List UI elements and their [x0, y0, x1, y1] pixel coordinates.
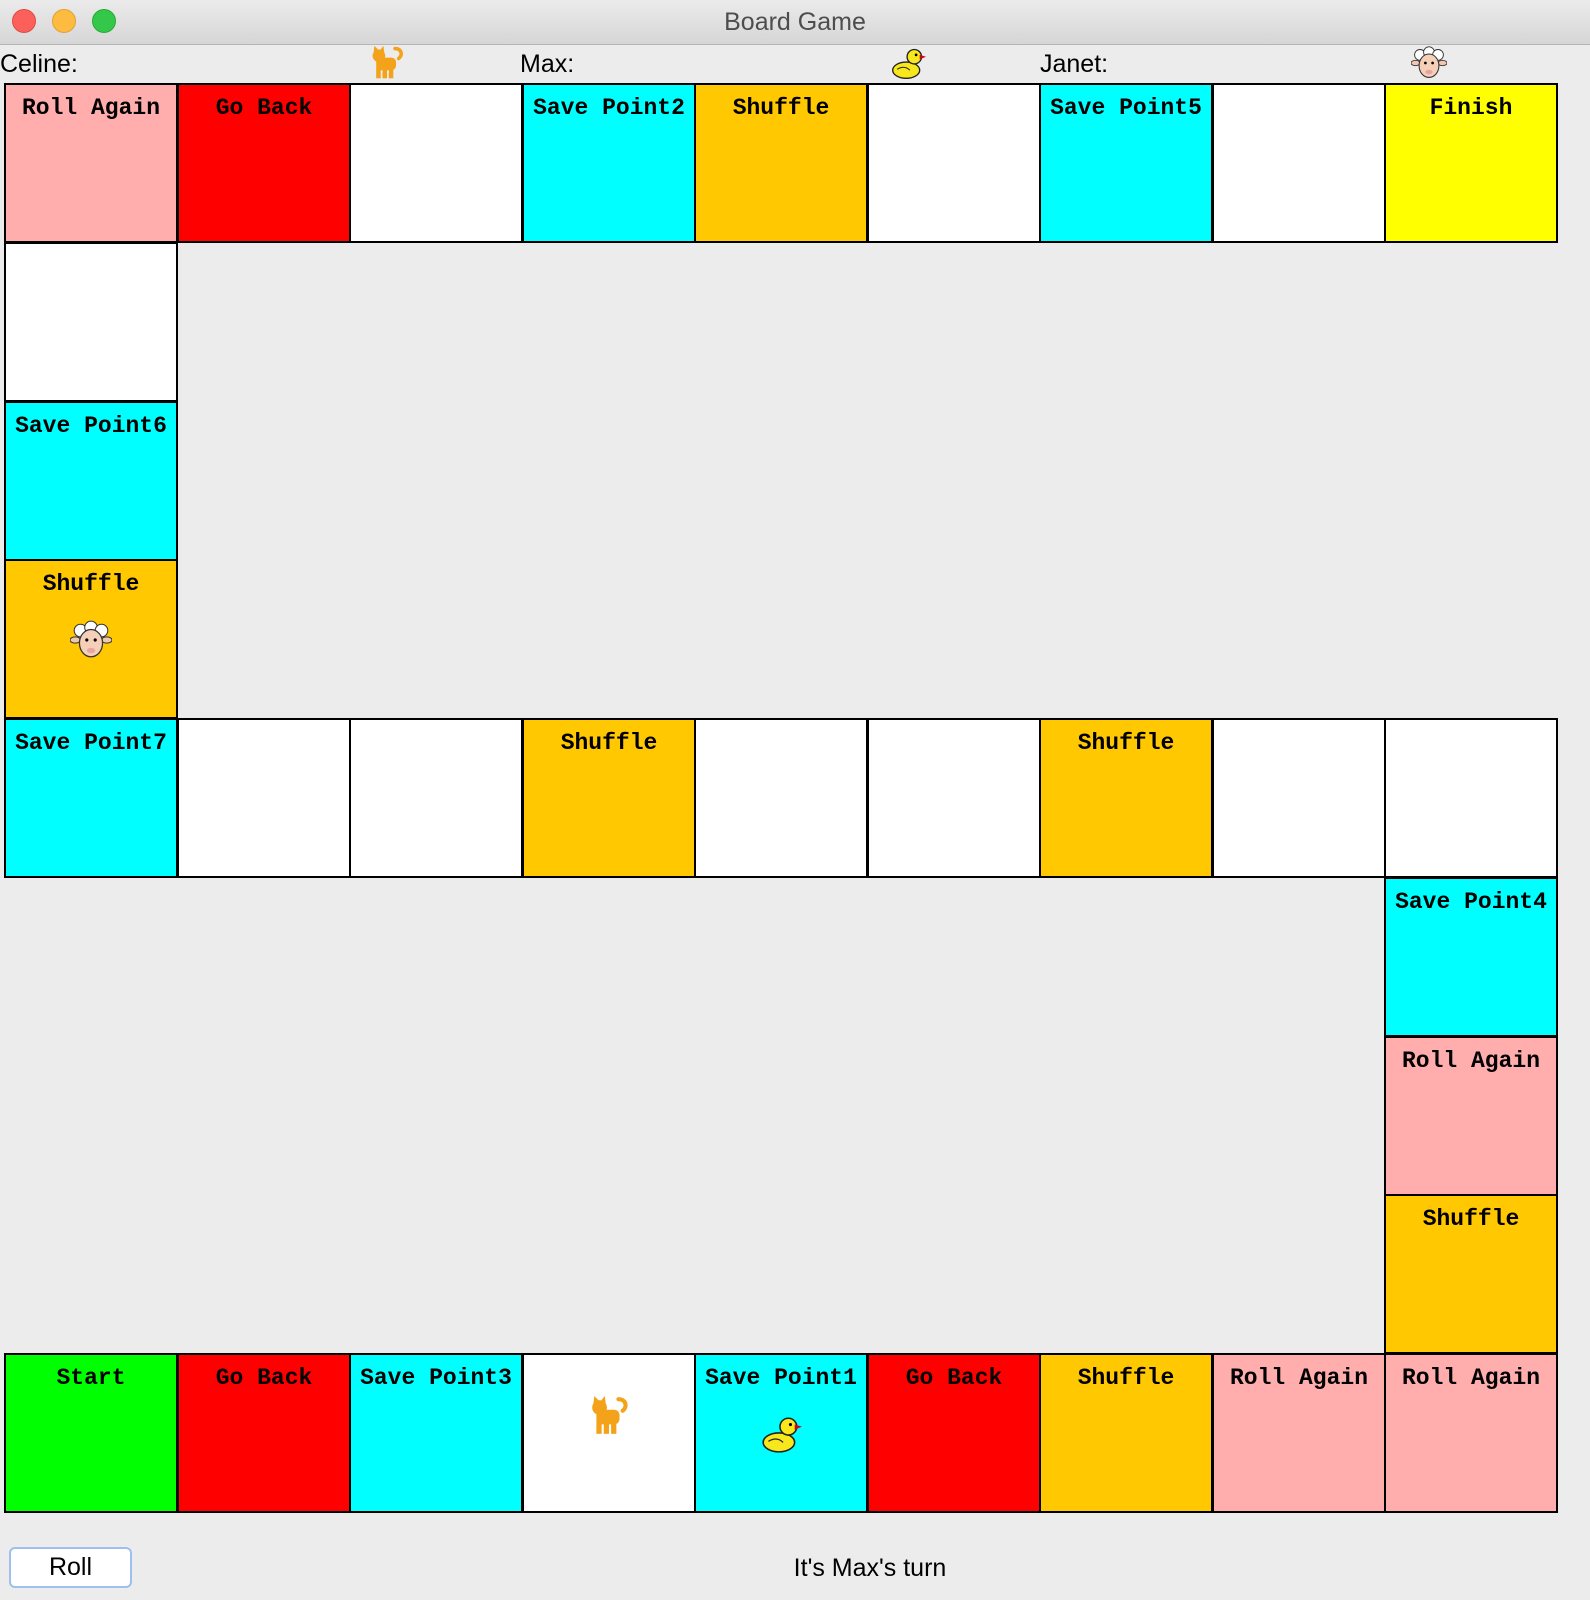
player-name-celine: Celine:: [0, 50, 78, 78]
tile-save-point1: Save Point1: [694, 1353, 868, 1513]
tile-shuffle: Shuffle: [4, 559, 178, 719]
tile-blank: [867, 83, 1041, 243]
tile-blank: [349, 718, 523, 878]
tile-roll-again: Roll Again: [1384, 1036, 1558, 1196]
tile-start: Start: [4, 1353, 178, 1513]
tile-save-point2: Save Point2: [522, 83, 696, 243]
cat-icon: [369, 45, 405, 81]
player-name-janet: Janet:: [1040, 50, 1109, 78]
tile-save-point4: Save Point4: [1384, 877, 1558, 1037]
tile-label: Finish: [1429, 95, 1513, 121]
tile-label: Roll Again: [1401, 1365, 1541, 1391]
tile-label: Shuffle: [732, 95, 830, 121]
tile-label: Go Back: [215, 1365, 313, 1391]
tile-go-back: Go Back: [177, 83, 351, 243]
tile-shuffle: Shuffle: [1039, 718, 1213, 878]
title-bar: Board Game: [0, 0, 1590, 45]
turn-status: It's Max's turn: [793, 1554, 947, 1582]
tile-label: Roll Again: [1401, 1048, 1541, 1074]
tile-blank: [867, 718, 1041, 878]
tile-roll-again: Roll Again: [4, 83, 178, 243]
tile-label: Save Point7: [15, 730, 167, 756]
duck-icon: [760, 1413, 802, 1455]
player-name-max: Max:: [520, 50, 575, 78]
tile-save-point7: Save Point7: [4, 718, 178, 878]
tile-label: Go Back: [215, 95, 313, 121]
tile-go-back: Go Back: [867, 1353, 1041, 1513]
tile-label: Start: [56, 1365, 126, 1391]
tile-label: Shuffle: [1077, 730, 1175, 756]
sheep-icon: [1411, 45, 1447, 81]
duck-icon: [890, 45, 926, 81]
tile-shuffle: Shuffle: [694, 83, 868, 243]
tile-label: Shuffle: [1422, 1206, 1520, 1232]
tile-go-back: Go Back: [177, 1353, 351, 1513]
sheep-icon: [70, 619, 112, 661]
tile-blank: [4, 242, 178, 402]
tile-label: Go Back: [905, 1365, 1003, 1391]
tile-blank: [1384, 718, 1558, 878]
tile-label: Shuffle: [42, 571, 140, 597]
tile-blank: [694, 718, 868, 878]
tile-save-point6: Save Point6: [4, 401, 178, 561]
tile-roll-again: Roll Again: [1384, 1353, 1558, 1513]
cat-icon: [588, 1395, 630, 1437]
tile-label: Save Point1: [705, 1365, 857, 1391]
tile-finish: Finish: [1384, 83, 1558, 243]
tile-save-point5: Save Point5: [1039, 83, 1213, 243]
tile-label: Save Point2: [533, 95, 685, 121]
tile-label: Roll Again: [1229, 1365, 1369, 1391]
tile-label: Shuffle: [560, 730, 658, 756]
tile-label: Shuffle: [1077, 1365, 1175, 1391]
tile-blank: [177, 718, 351, 878]
window-title: Board Game: [724, 8, 866, 36]
tile-blank: [1212, 83, 1386, 243]
roll-button[interactable]: Roll: [9, 1547, 132, 1588]
tile-label: Save Point3: [360, 1365, 512, 1391]
game-window: Board Game Celine: Max: Janet: Roll Agai…: [0, 0, 1590, 1600]
tile-shuffle: Shuffle: [1039, 1353, 1213, 1513]
tile-blank: [349, 83, 523, 243]
tile-blank: [1212, 718, 1386, 878]
tile-roll-again: Roll Again: [1212, 1353, 1386, 1513]
tile-blank: [522, 1353, 696, 1513]
tile-save-point3: Save Point3: [349, 1353, 523, 1513]
tile-shuffle: Shuffle: [1384, 1194, 1558, 1354]
tile-label: Save Point4: [1395, 889, 1547, 915]
tile-label: Save Point5: [1050, 95, 1202, 121]
tile-label: Save Point6: [15, 413, 167, 439]
tile-shuffle: Shuffle: [522, 718, 696, 878]
tile-label: Roll Again: [21, 95, 161, 121]
